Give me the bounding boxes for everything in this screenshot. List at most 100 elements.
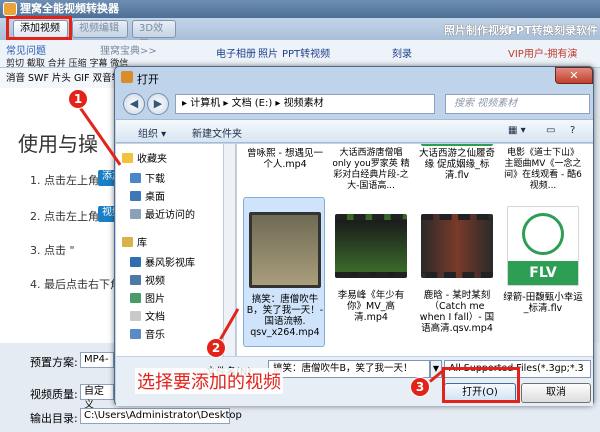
file-item[interactable]: FLV 大话西游之仙履奇缘 促成姻缘_标清.flv — [417, 144, 497, 194]
desktop-icon — [130, 191, 141, 201]
flv-label: FLV — [508, 261, 578, 285]
file-name: 大话西游之仙履奇缘 促成姻缘_标清.flv — [418, 148, 495, 181]
video-icon — [130, 275, 141, 285]
download-icon — [130, 173, 141, 183]
forward-icon[interactable]: ▶ — [147, 93, 169, 115]
file-item[interactable]: 李易峰《年少有你》MV_高清.mp4 — [331, 206, 411, 346]
output-label: 输出目录: — [30, 412, 78, 425]
nav-label: 暴风影视库 — [145, 258, 195, 269]
nav-desktop[interactable]: 桌面 — [130, 188, 165, 203]
video-edit-tab[interactable]: 视频编辑 — [72, 20, 128, 38]
view-icon[interactable]: ▦ ▾ — [508, 125, 526, 136]
highlight-open-button — [442, 367, 520, 403]
faq-link[interactable]: 常见问题 — [6, 42, 46, 57]
banner-album[interactable]: 电子相册 — [216, 45, 256, 60]
nav-label: 文档 — [145, 312, 165, 323]
file-name: 大话西游唐僧唱 only you罗家英 精彩对白经典片段-之大-国语高... — [332, 148, 410, 191]
open-file-dialog: 打开 ✕ ◀ ▶ ▸ 计算机 ▸ 文档 (E:) ▸ 视频素材 搜索 视频素材 … — [114, 66, 594, 406]
file-name: 曾咏熙 - 想遇见一个人.mp4 — [247, 148, 323, 170]
banner-vip[interactable]: VIP用户-拥有演 — [508, 45, 577, 60]
music-icon — [130, 329, 141, 339]
address-bar[interactable]: ▸ 计算机 ▸ 文档 (E:) ▸ 视频素材 — [175, 94, 435, 114]
faq-more-link[interactable]: 狸窝宝典>> — [100, 42, 157, 57]
file-item[interactable]: 曾咏熙 - 想遇见一个人.mp4 — [245, 144, 325, 194]
library-icon — [122, 237, 133, 247]
new-folder-button[interactable]: 新建文件夹 — [192, 125, 242, 140]
highlight-add-video — [6, 16, 72, 40]
filename-input[interactable]: 搞笑：唐僧吹牛B，笑了我一天！ — [268, 360, 430, 378]
app-toolbar: 添加视频 视频编辑 3D效果 照片制作视频 PPT转换 刻录软件 — [0, 18, 600, 50]
file-item-selected[interactable]: 搞笑：唐僧吹牛B，笑了我一天！- 国语流畅. qsv_x264.mp4 — [245, 206, 325, 346]
nav-label: 音乐 — [145, 330, 165, 341]
video-thumbnail — [249, 212, 321, 288]
ad-banner: 常见问题 狸窝宝典>> 剪切 截取 合并 压缩 字幕 微信 电子相册 照片 PP… — [0, 40, 600, 69]
step-badge-1: 1 — [68, 89, 88, 109]
nav-baofeng[interactable]: 暴风影视库 — [130, 254, 195, 269]
navigation-pane: 收藏夹 下载 桌面 最近访问的 库 暴风影视库 视频 图片 文档 音乐 — [116, 144, 224, 356]
help-icon[interactable]: ? — [570, 125, 575, 136]
video-thumbnail — [421, 214, 493, 278]
nav-pictures[interactable]: 图片 — [130, 290, 165, 305]
back-icon[interactable]: ◀ — [123, 93, 145, 115]
play-icon — [522, 213, 564, 255]
dialog-title: 打开 — [137, 73, 159, 86]
file-name: 电影《道士下山》主题曲MV《一念之间》在线观看 - 酷6视频... — [504, 148, 582, 191]
video-thumbnail — [335, 214, 407, 278]
quality-label: 视频质量: — [30, 388, 78, 401]
output-path-field[interactable]: C:\Users\Administrator\Desktop — [80, 408, 242, 424]
photo-video-link[interactable]: 照片制作视频 — [444, 22, 510, 38]
cancel-button[interactable]: 取消 — [521, 383, 591, 403]
step-badge-2: 2 — [206, 338, 226, 358]
nav-documents[interactable]: 文档 — [130, 308, 165, 323]
close-button[interactable]: ✕ — [555, 67, 593, 84]
step-3: 3. 点击 " — [30, 244, 75, 257]
nav-videos[interactable]: 视频 — [130, 272, 165, 287]
feature-tags-2: 消音 SWF 片头 GIF 双音轨 — [6, 73, 122, 84]
file-name: 绿箭-田馥甄小幸运_标清.flv — [503, 292, 583, 314]
organize-menu[interactable]: 组织 ▾ — [138, 125, 166, 140]
preset-select[interactable]: MP4- — [80, 352, 114, 368]
ppt-convert-link[interactable]: PPT转换 — [508, 22, 554, 38]
video-library-icon — [130, 257, 141, 267]
file-list: 曾咏熙 - 想遇见一个人.mp4 大话西游唐僧唱 only you罗家英 精彩对… — [237, 144, 593, 356]
quality-select[interactable]: 自定义 — [80, 384, 114, 411]
preview-pane-icon[interactable]: ▭ — [546, 125, 555, 136]
flv-icon: FLV — [421, 144, 493, 146]
nav-library[interactable]: 库 — [122, 234, 147, 249]
search-input[interactable]: 搜索 视频素材 — [445, 94, 590, 114]
flv-file-icon: FLV — [507, 206, 579, 286]
nav-label: 视频 — [145, 276, 165, 287]
nav-downloads[interactable]: 下载 — [130, 170, 165, 185]
nav-recent[interactable]: 最近访问的 — [130, 206, 195, 221]
nav-favorites[interactable]: 收藏夹 — [122, 150, 167, 165]
banner-ppt[interactable]: PPT转视频 — [282, 45, 330, 60]
tutorial-caption: 选择要添加的视频 — [135, 368, 283, 394]
file-item[interactable]: 鹿晗 - 某时某刻（Catch me when I fall）- 国语高清.qs… — [417, 206, 497, 346]
file-item[interactable]: 电影《道士下山》主题曲MV《一念之间》在线观看 - 酷6视频... — [503, 144, 583, 194]
banner-photo[interactable]: 照片 — [258, 45, 278, 60]
document-icon — [130, 311, 141, 321]
banner-burn[interactable]: 刻录 — [392, 45, 412, 60]
nav-label: 最近访问的 — [145, 210, 195, 221]
dialog-app-icon — [121, 71, 133, 83]
file-name: 鹿晗 - 某时某刻（Catch me when I fall）- 国语高清.qs… — [419, 290, 495, 334]
app-titlebar: 狸窝全能视频转换器 — [0, 0, 600, 18]
picture-icon — [130, 293, 141, 303]
nav-music[interactable]: 音乐 — [130, 326, 165, 341]
nav-label: 图片 — [145, 294, 165, 305]
step-1: 1. 点击左上角 " — [30, 174, 108, 187]
recent-icon — [130, 209, 141, 219]
step-badge-3: 3 — [410, 377, 430, 397]
burn-software-link[interactable]: 刻录软件 — [554, 22, 598, 38]
file-name: 李易峰《年少有你》MV_高清.mp4 — [337, 290, 405, 323]
nav-label: 收藏夹 — [137, 154, 167, 165]
star-icon — [122, 153, 133, 163]
step-2: 2. 点击左上角 " — [30, 210, 108, 223]
nav-label: 下载 — [145, 174, 165, 185]
nav-label: 库 — [137, 238, 147, 249]
3d-effect-tab[interactable]: 3D效果 — [132, 20, 176, 50]
file-item[interactable]: 大话西游唐僧唱 only you罗家英 精彩对白经典片段-之大-国语高... — [331, 144, 411, 194]
preset-label: 预置方案: — [30, 356, 78, 369]
file-item[interactable]: FLV 绿箭-田馥甄小幸运_标清.flv — [503, 206, 583, 346]
help-title: 使用与操 — [18, 132, 98, 156]
